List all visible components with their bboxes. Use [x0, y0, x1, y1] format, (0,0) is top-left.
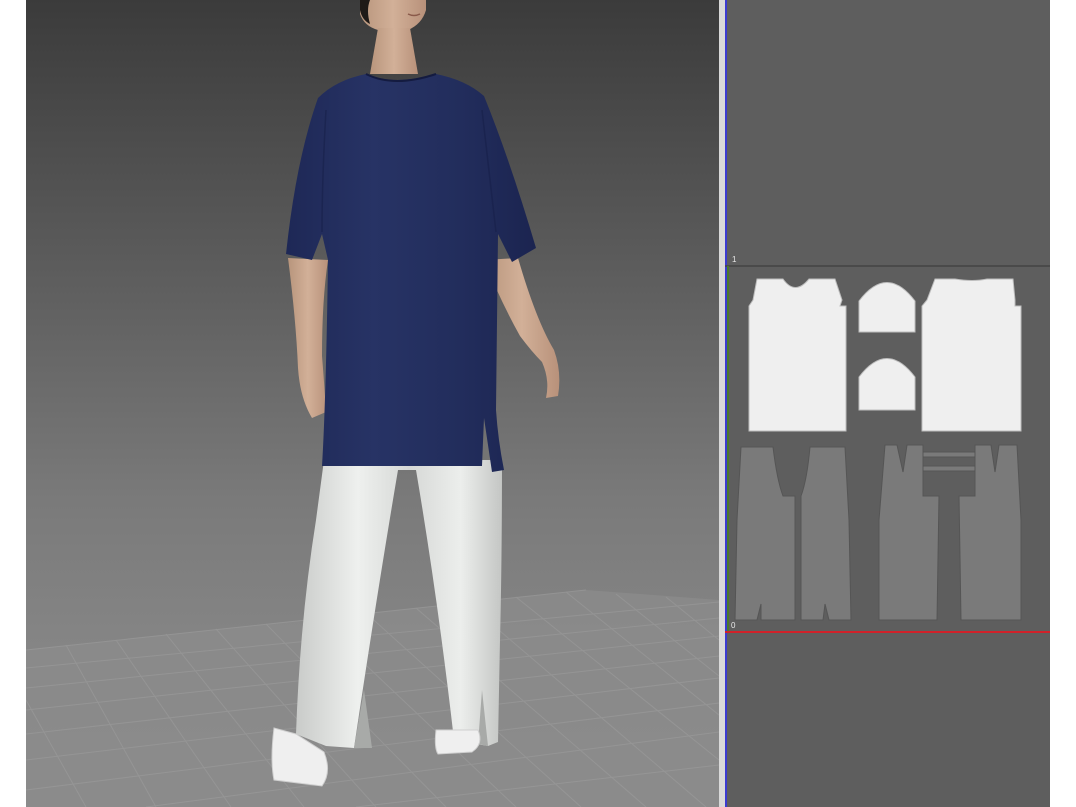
right-gutter — [1050, 0, 1076, 807]
pattern-piece-front[interactable] — [748, 278, 847, 432]
pattern-piece-back[interactable] — [921, 278, 1022, 432]
3d-scene[interactable] — [26, 0, 719, 807]
pattern-piece-waistband-2[interactable] — [922, 465, 976, 472]
pattern-piece-sleeve-upper[interactable] — [858, 282, 916, 333]
pattern-canvas[interactable] — [725, 0, 1050, 807]
avatar-right-shoe — [434, 729, 481, 755]
3d-viewport[interactable] — [26, 0, 719, 807]
app-window: 1 0 — [0, 0, 1076, 807]
avatar-left-arm — [288, 258, 328, 418]
pattern-piece-pants-front-right[interactable] — [800, 446, 852, 621]
pattern-piece-pants-front-left[interactable] — [734, 446, 796, 621]
avatar-neck — [370, 28, 418, 74]
pattern-piece-waistband-1[interactable] — [922, 451, 976, 458]
pattern-axis-label-y: 1 — [732, 255, 737, 264]
2d-pattern-viewport[interactable]: 1 0 — [725, 0, 1050, 807]
pattern-piece-sleeve-lower[interactable] — [858, 358, 916, 411]
pattern-axis-label-origin: 0 — [731, 621, 736, 630]
